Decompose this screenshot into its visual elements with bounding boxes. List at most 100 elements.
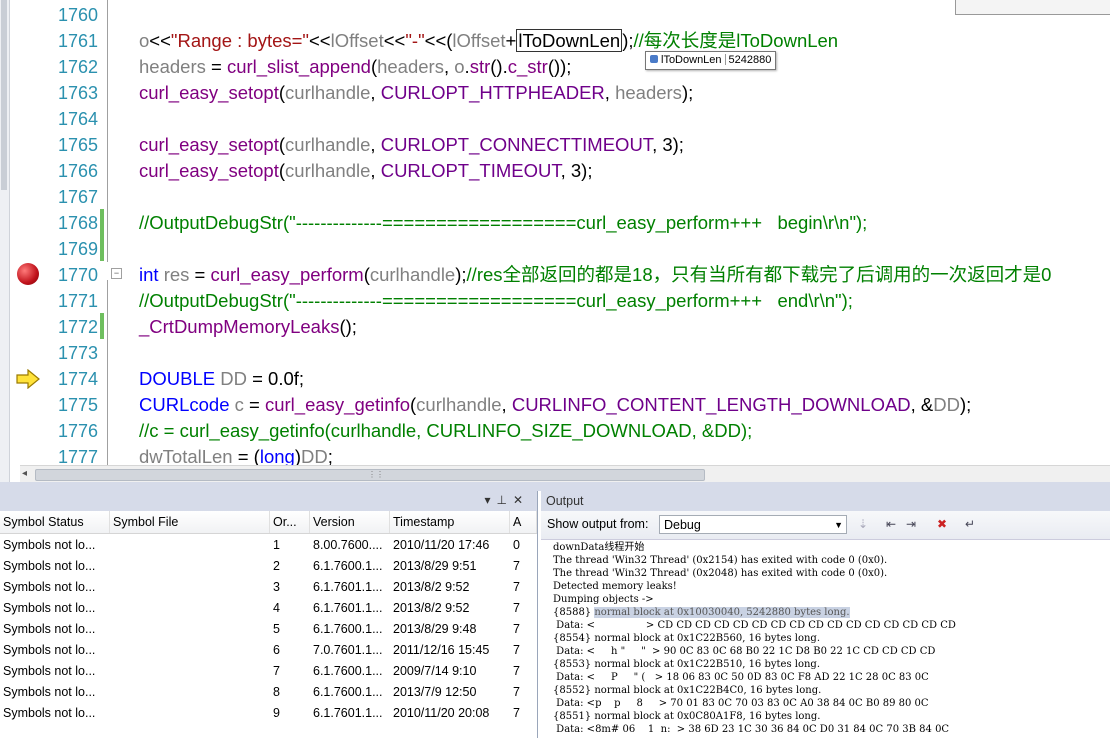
table-row[interactable]: Symbols not lo... 4 6.1.7601.1... 2013/8/2 … xyxy=(0,598,537,619)
table-cell: Symbols not lo... xyxy=(3,580,96,594)
table-row[interactable]: Symbols not lo... 7 6.1.7600.1... 2009/7/14… xyxy=(0,661,537,682)
col-symbol-status[interactable]: Symbol Status xyxy=(0,511,110,533)
code-line[interactable]: curl_easy_setopt(curlhandle, CURLOPT_HTT… xyxy=(139,80,693,106)
output-line: downData线程开始 xyxy=(553,542,645,553)
code-token: str xyxy=(469,56,491,77)
output-line: Data: < > CD CD CD CD CD CD CD CD CD CD … xyxy=(553,620,956,631)
line-number: 1771 xyxy=(57,291,98,311)
table-row[interactable]: Symbols not lo... 3 6.1.7601.1... 2013/8/2 … xyxy=(0,577,537,598)
output-panel: Output Show output from: Debug ▼ ⇣ ⇤ ⇥ ✖ … xyxy=(541,491,1110,738)
output-text[interactable]: downData线程开始 The thread 'Win32 Thread' (0… xyxy=(553,541,1108,736)
dropdown-icon[interactable]: ▾ xyxy=(484,493,496,507)
code-token: , 3); xyxy=(560,160,593,181)
collapse-toggle[interactable]: − xyxy=(111,268,122,279)
show-output-label: Show output from: xyxy=(547,517,649,531)
code-token: curlhandle xyxy=(369,264,456,285)
col-version[interactable]: Version xyxy=(310,511,390,533)
code-token: o xyxy=(454,56,465,77)
word-wrap-icon[interactable]: ↵ xyxy=(962,517,978,532)
code-token: CURLINFO_CONTENT_LENGTH_DOWNLOAD xyxy=(511,394,911,415)
table-cell xyxy=(110,577,270,598)
output-line: The thread 'Win32 Thread' (0x2048) has e… xyxy=(553,568,888,579)
table-row[interactable]: Symbols not lo... 8 6.1.7600.1... 2013/7/9 … xyxy=(0,682,537,703)
table-cell: 6.1.7601.1... xyxy=(313,601,383,615)
line-number: 1765 xyxy=(57,135,98,155)
close-icon[interactable]: ✕ xyxy=(513,493,529,507)
scroll-left-icon[interactable]: ◂ xyxy=(22,468,27,479)
previous-message-icon[interactable]: ⇤ xyxy=(883,517,899,532)
col-address[interactable]: A xyxy=(510,511,537,533)
output-line: The thread 'Win32 Thread' (0x2154) has e… xyxy=(553,555,888,566)
output-line: Data: < P " ( > 18 06 83 0C 50 0D 83 0C … xyxy=(553,672,929,683)
code-token: ); xyxy=(681,82,694,103)
code-line[interactable]: curl_easy_setopt(curlhandle, CURLOPT_TIM… xyxy=(139,158,592,184)
table-cell: 7 xyxy=(513,685,520,699)
grip-icon: ⋮⋮ xyxy=(368,470,384,479)
line-number: 1768 xyxy=(57,213,98,233)
table-row[interactable]: Symbols not lo... 9 6.1.7601.1... 2010/11/2… xyxy=(0,703,537,724)
panel-splitter[interactable] xyxy=(0,482,1110,491)
pin-icon[interactable] xyxy=(650,55,658,63)
chevron-down-icon: ▼ xyxy=(834,520,843,530)
code-token: curl_easy_setopt xyxy=(139,82,279,103)
table-cell xyxy=(110,640,270,661)
code-line[interactable]: headers = curl_slist_append(headers, o.s… xyxy=(139,54,571,80)
code-token: , xyxy=(370,82,381,103)
code-line[interactable]: //OutputDebugStr("--------------========… xyxy=(139,288,853,314)
code-token: curlhandle xyxy=(285,134,371,155)
code-token: (). xyxy=(490,56,508,77)
code-line[interactable]: //OutputDebugStr("--------------========… xyxy=(139,210,867,236)
code-token: << xyxy=(149,30,171,51)
code-line[interactable]: curl_easy_setopt(curlhandle, CURLOPT_CON… xyxy=(139,132,684,158)
table-cell: 7 xyxy=(513,601,520,615)
table-cell: 7 xyxy=(513,622,520,636)
table-row[interactable]: Symbols not lo... 5 6.1.7600.1... 2013/8/29… xyxy=(0,619,537,640)
code-token: c xyxy=(234,394,244,415)
col-timestamp[interactable]: Timestamp xyxy=(390,511,510,533)
table-cell: 7 xyxy=(513,706,520,720)
code-token: curlhandle xyxy=(416,394,502,415)
col-order[interactable]: Or... xyxy=(270,511,310,533)
code-line[interactable]: DOUBLE DD = 0.0f; xyxy=(139,366,304,392)
next-message-icon[interactable]: ⇥ xyxy=(903,517,919,532)
code-token: (); xyxy=(339,316,357,337)
output-line: Data: < h " " > 90 0C 83 0C 68 B0 22 1C … xyxy=(553,646,936,657)
find-source-icon[interactable]: ⇣ xyxy=(855,517,871,532)
table-row[interactable]: Symbols not lo... 6 7.0.7601.1... 2011/12/1… xyxy=(0,640,537,661)
code-line[interactable]: _CrtDumpMemoryLeaks(); xyxy=(139,314,357,340)
code-token: , xyxy=(501,394,512,415)
line-number: 1769 xyxy=(57,239,98,259)
table-cell: 6.1.7600.1... xyxy=(313,664,383,678)
line-number: 1762 xyxy=(57,57,98,77)
pin-icon[interactable]: ⊥ xyxy=(496,493,512,507)
table-cell: 2013/8/2 9:52 xyxy=(393,601,470,615)
datatip[interactable]: lToDownLen 5242880 xyxy=(645,51,777,70)
breakpoint-icon[interactable] xyxy=(17,263,39,285)
table-cell: 2013/8/29 9:51 xyxy=(393,559,477,573)
table-row[interactable]: Symbols not lo... 1 8.00.7600.... 2010/11/2… xyxy=(0,535,537,556)
datatip-value[interactable]: 5242880 xyxy=(729,54,772,66)
code-token: , & xyxy=(910,394,934,415)
code-token: o xyxy=(139,30,150,51)
table-cell: 2013/8/29 9:48 xyxy=(393,622,477,636)
code-line[interactable]: CURLcode c = curl_easy_getinfo(curlhandl… xyxy=(139,392,971,418)
code-line[interactable]: int res = curl_easy_perform(curlhandle);… xyxy=(139,262,1051,288)
col-symbol-file[interactable]: Symbol File xyxy=(110,511,270,533)
table-cell: Symbols not lo... xyxy=(3,601,96,615)
clear-all-icon[interactable]: ✖ xyxy=(934,517,950,532)
code-token: = 0.0f; xyxy=(246,368,305,389)
code-area[interactable]: 1760 1761 o<<"Range : bytes="<<lOffset<<"-… xyxy=(0,0,1110,467)
code-editor[interactable]: 1760 1761 o<<"Range : bytes="<<lOffset<<"-… xyxy=(0,0,1110,482)
table-cell: 7 xyxy=(513,664,520,678)
table-row[interactable]: Symbols not lo... 2 6.1.7600.1... 2013/8/29… xyxy=(0,556,537,577)
code-token: //res全部返回的都是18，只有当所有都下载完了后调用的一次返回才是0 xyxy=(466,264,1052,285)
horizontal-scrollbar[interactable]: ◂ ⋮⋮ xyxy=(20,465,1110,482)
line-number: 1764 xyxy=(57,109,98,129)
code-token: CURLOPT_CONNECTTIMEOUT xyxy=(380,134,653,155)
code-line[interactable]: //c = curl_easy_getinfo(curlhandle, CURL… xyxy=(139,418,752,444)
output-source-select[interactable]: Debug ▼ xyxy=(659,515,847,534)
output-line: {8553} normal block at 0x1C22B510, 16 by… xyxy=(553,659,821,670)
code-token: lOffset xyxy=(330,30,384,51)
line-number: 1773 xyxy=(57,343,98,363)
table-cell: 5 xyxy=(273,622,280,636)
